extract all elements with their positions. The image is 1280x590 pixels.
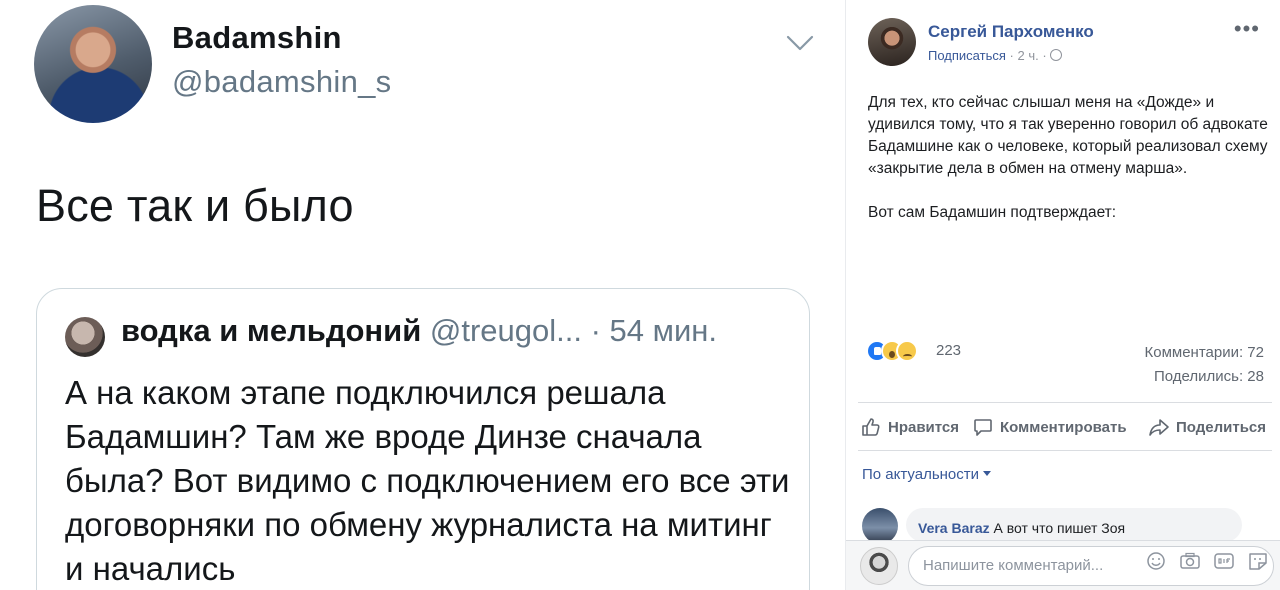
post-actions: Нравится Комментировать Поделиться xyxy=(858,410,1278,444)
post-author-name[interactable]: Сергей Пархоменко xyxy=(928,22,1094,42)
comment-text: А вот что пишет Зоя xyxy=(993,520,1126,536)
more-options-icon[interactable]: ••• xyxy=(1234,16,1260,42)
divider xyxy=(858,402,1272,403)
post-time[interactable]: 2 ч. xyxy=(1017,48,1038,63)
quoted-tweet-meta: @treugol... · 54 мин. xyxy=(429,313,718,348)
emoji-icon[interactable] xyxy=(1145,551,1167,571)
quoted-tweet[interactable]: водка и мельдоний @treugol... · 54 мин. … xyxy=(36,288,810,590)
chevron-down-icon[interactable] xyxy=(786,34,814,52)
separator: · xyxy=(1042,48,1047,63)
tweet-text: Все так и было xyxy=(36,180,354,231)
post-paragraph: Для тех, кто сейчас слышал меня на «Дожд… xyxy=(868,94,1268,177)
share-label: Поделиться xyxy=(1176,418,1267,436)
post-author-avatar[interactable] xyxy=(868,18,916,66)
like-button[interactable]: Нравится xyxy=(860,416,959,438)
share-arrow-icon xyxy=(1149,419,1169,436)
quoted-tweet-text: А на каком этапе подключился решала Бада… xyxy=(65,374,790,587)
composer-icons xyxy=(1145,551,1269,571)
gif-icon[interactable] xyxy=(1213,551,1235,571)
comment-author[interactable]: Vera Baraz xyxy=(918,520,990,536)
tweet-author-name: Badamshin xyxy=(172,20,342,55)
thumbs-up-icon xyxy=(862,418,880,436)
sticker-icon[interactable] xyxy=(1247,551,1269,571)
comment-item: Vera Baraz А вот что пишет Зоя xyxy=(862,508,1262,544)
post-subtitle: Подписаться · 2 ч. · xyxy=(928,48,1063,63)
current-user-avatar xyxy=(860,547,898,585)
camera-icon[interactable] xyxy=(1179,551,1201,571)
share-button[interactable]: Поделиться xyxy=(1148,416,1266,438)
commenter-avatar[interactable] xyxy=(862,508,898,544)
tweet-author-avatar xyxy=(34,5,152,123)
like-label: Нравится xyxy=(888,418,960,436)
shares-count[interactable]: Поделились: 28 xyxy=(1154,368,1264,385)
tweet-author-handle: @badamshin_s xyxy=(172,64,392,99)
tweet-screenshot: Badamshin @badamshin_s Все так и было во… xyxy=(0,0,845,590)
quoted-author-avatar xyxy=(65,317,105,357)
reactions-count[interactable]: 223 xyxy=(936,342,961,359)
globe-icon xyxy=(1050,49,1063,61)
comment-label: Комментировать xyxy=(1000,418,1127,436)
post-text: Для тех, кто сейчас слышал меня на «Дожд… xyxy=(868,92,1268,224)
divider xyxy=(858,450,1272,451)
facebook-post: Сергей Пархоменко Подписаться · 2 ч. · •… xyxy=(845,0,1280,590)
comment-bubble-icon xyxy=(974,419,992,436)
separator: · xyxy=(1009,48,1014,63)
comment-composer: Напишите комментарий... xyxy=(846,540,1280,590)
sad-reaction-icon xyxy=(896,340,918,362)
follow-link[interactable]: Подписаться xyxy=(928,48,1006,63)
comment-bubble: Vera Baraz А вот что пишет Зоя xyxy=(906,508,1242,542)
caret-down-icon xyxy=(983,471,992,476)
comments-count[interactable]: Комментарии: 72 xyxy=(1145,344,1265,361)
quoted-author-name: водка и мельдоний xyxy=(121,313,422,348)
sort-label: По актуальности xyxy=(862,466,980,483)
comment-button[interactable]: Комментировать xyxy=(972,416,1127,438)
post-paragraph: Вот сам Бадамшин подтверждает: xyxy=(868,204,1117,221)
comment-sort-dropdown[interactable]: По актуальности xyxy=(862,466,992,483)
quoted-tweet-header: водка и мельдоний @treugol... · 54 мин. xyxy=(121,313,717,349)
